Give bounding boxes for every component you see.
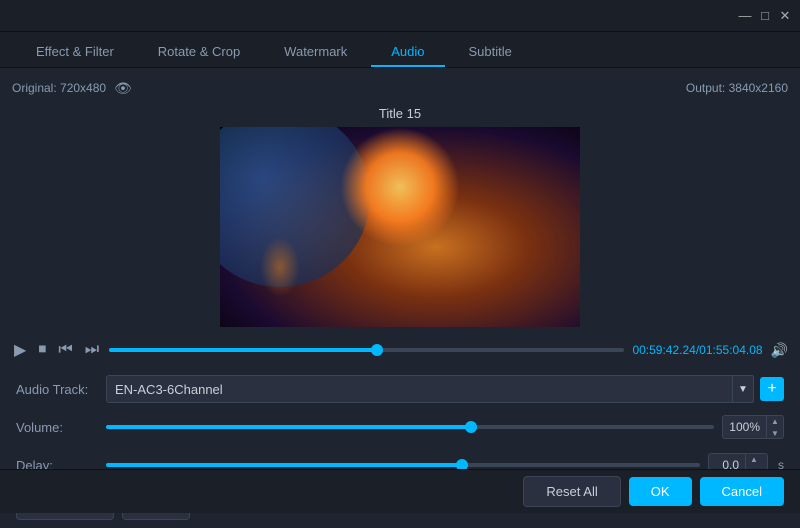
delay-fill	[106, 463, 462, 467]
audio-track-row: Audio Track: EN-AC3-6Channel ▼ +	[16, 375, 784, 403]
volume-down-button[interactable]: ▼	[767, 427, 783, 439]
add-track-button[interactable]: +	[760, 377, 784, 401]
tab-rotate-crop[interactable]: Rotate & Crop	[138, 38, 260, 67]
volume-row: Volume: 100% ▲ ▼	[16, 413, 784, 441]
playback-controls: ▶ ⏹ ⏮ ⏭ 00:59:42.24/01:55:04.08 🔊	[12, 335, 788, 365]
delay-slider[interactable]	[106, 463, 700, 467]
audio-track-label: Audio Track:	[16, 382, 106, 397]
main-content: Original: 720x480 👁 Output: 3840x2160 Ti…	[0, 68, 800, 528]
progress-fill	[109, 348, 377, 352]
close-button[interactable]: ✕	[778, 9, 792, 23]
play-button[interactable]: ▶	[12, 338, 28, 362]
progress-bar[interactable]	[109, 348, 624, 352]
time-display: 00:59:42.24/01:55:04.08	[632, 343, 762, 357]
delay-up-button[interactable]: ▲	[746, 453, 762, 465]
volume-label: Volume:	[16, 420, 106, 435]
stop-button[interactable]: ⏹	[36, 339, 48, 361]
footer: Reset All OK Cancel	[0, 469, 800, 513]
tab-effect-filter[interactable]: Effect & Filter	[16, 38, 134, 67]
original-info: Original: 720x480 👁	[12, 80, 132, 97]
video-preview	[220, 127, 580, 327]
output-label: Output: 3840x2160	[686, 81, 788, 95]
volume-slider-row: 100% ▲ ▼	[106, 415, 784, 439]
ok-button[interactable]: OK	[629, 477, 692, 506]
cancel-button[interactable]: Cancel	[700, 477, 784, 506]
progress-thumb	[371, 344, 383, 356]
volume-fill	[106, 425, 471, 429]
volume-slider[interactable]	[106, 425, 714, 429]
original-label: Original: 720x480	[12, 81, 106, 95]
track-select-container: EN-AC3-6Channel ▼ +	[106, 375, 784, 403]
volume-value: 100%	[723, 420, 766, 434]
volume-icon[interactable]: 🔊	[771, 342, 788, 359]
info-row: Original: 720x480 👁 Output: 3840x2160	[12, 76, 788, 100]
audio-track-select[interactable]: EN-AC3-6Channel	[106, 375, 754, 403]
video-title: Title 15	[12, 106, 788, 121]
tab-bar: Effect & Filter Rotate & Crop Watermark …	[0, 32, 800, 68]
tab-audio[interactable]: Audio	[371, 38, 444, 67]
volume-up-button[interactable]: ▲	[767, 415, 783, 427]
tab-subtitle[interactable]: Subtitle	[449, 38, 532, 67]
volume-value-box: 100% ▲ ▼	[722, 415, 784, 439]
title-bar: — □ ✕	[0, 0, 800, 32]
audio-settings: Audio Track: EN-AC3-6Channel ▼ + Volume:…	[12, 375, 788, 479]
minimize-button[interactable]: —	[738, 9, 752, 23]
prev-button[interactable]: ⏮	[56, 339, 74, 361]
eye-icon[interactable]: 👁	[114, 80, 132, 97]
maximize-button[interactable]: □	[758, 9, 772, 23]
tab-watermark[interactable]: Watermark	[264, 38, 367, 67]
volume-spinner: ▲ ▼	[766, 415, 783, 439]
volume-thumb	[465, 421, 477, 433]
next-button[interactable]: ⏭	[83, 339, 101, 361]
reset-all-button[interactable]: Reset All	[523, 476, 620, 507]
window-controls: — □ ✕	[738, 9, 792, 23]
